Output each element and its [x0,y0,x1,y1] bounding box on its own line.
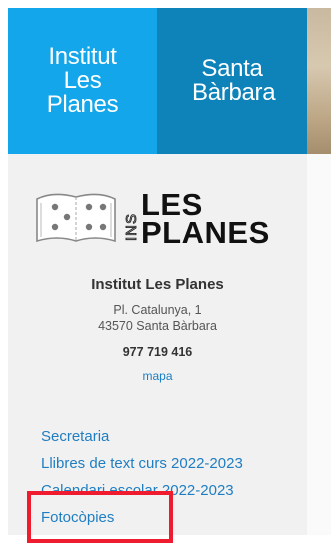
ins-vertical-text: INS [123,213,140,242]
content-edge [307,154,331,535]
address-city: 43570 Santa Bàrbara [98,319,217,333]
address-street: Pl. Catalunya, 1 [113,303,202,317]
tab-santa-barbara[interactable]: Santa Bàrbara [157,8,307,154]
menu-item-llibres[interactable]: Llibres de text curs 2022-2023 [41,455,243,472]
book-dice-icon [36,193,116,243]
tab-institut[interactable]: Institut Les Planes [8,8,157,154]
highlight-box [27,491,173,543]
school-name: Institut Les Planes [91,276,224,293]
page: Institut Les Planes Santa Bàrbara INS LE… [0,0,331,543]
logo-line-planes: PLANES [141,215,270,250]
header-photo [307,8,331,154]
menu-item-secretaria[interactable]: Secretaria [41,428,109,445]
tab-santa-barbara-label: Santa Bàrbara [192,55,276,106]
school-logo[interactable]: INS LES PLANES [33,185,277,250]
svg-text:INS: INS [123,213,140,241]
map-link[interactable]: mapa [8,369,307,383]
logo-wordmark: LES PLANES [141,189,270,250]
phone-number: 977 719 416 [122,345,193,359]
tab-institut-label: Institut Les Planes [46,43,119,118]
